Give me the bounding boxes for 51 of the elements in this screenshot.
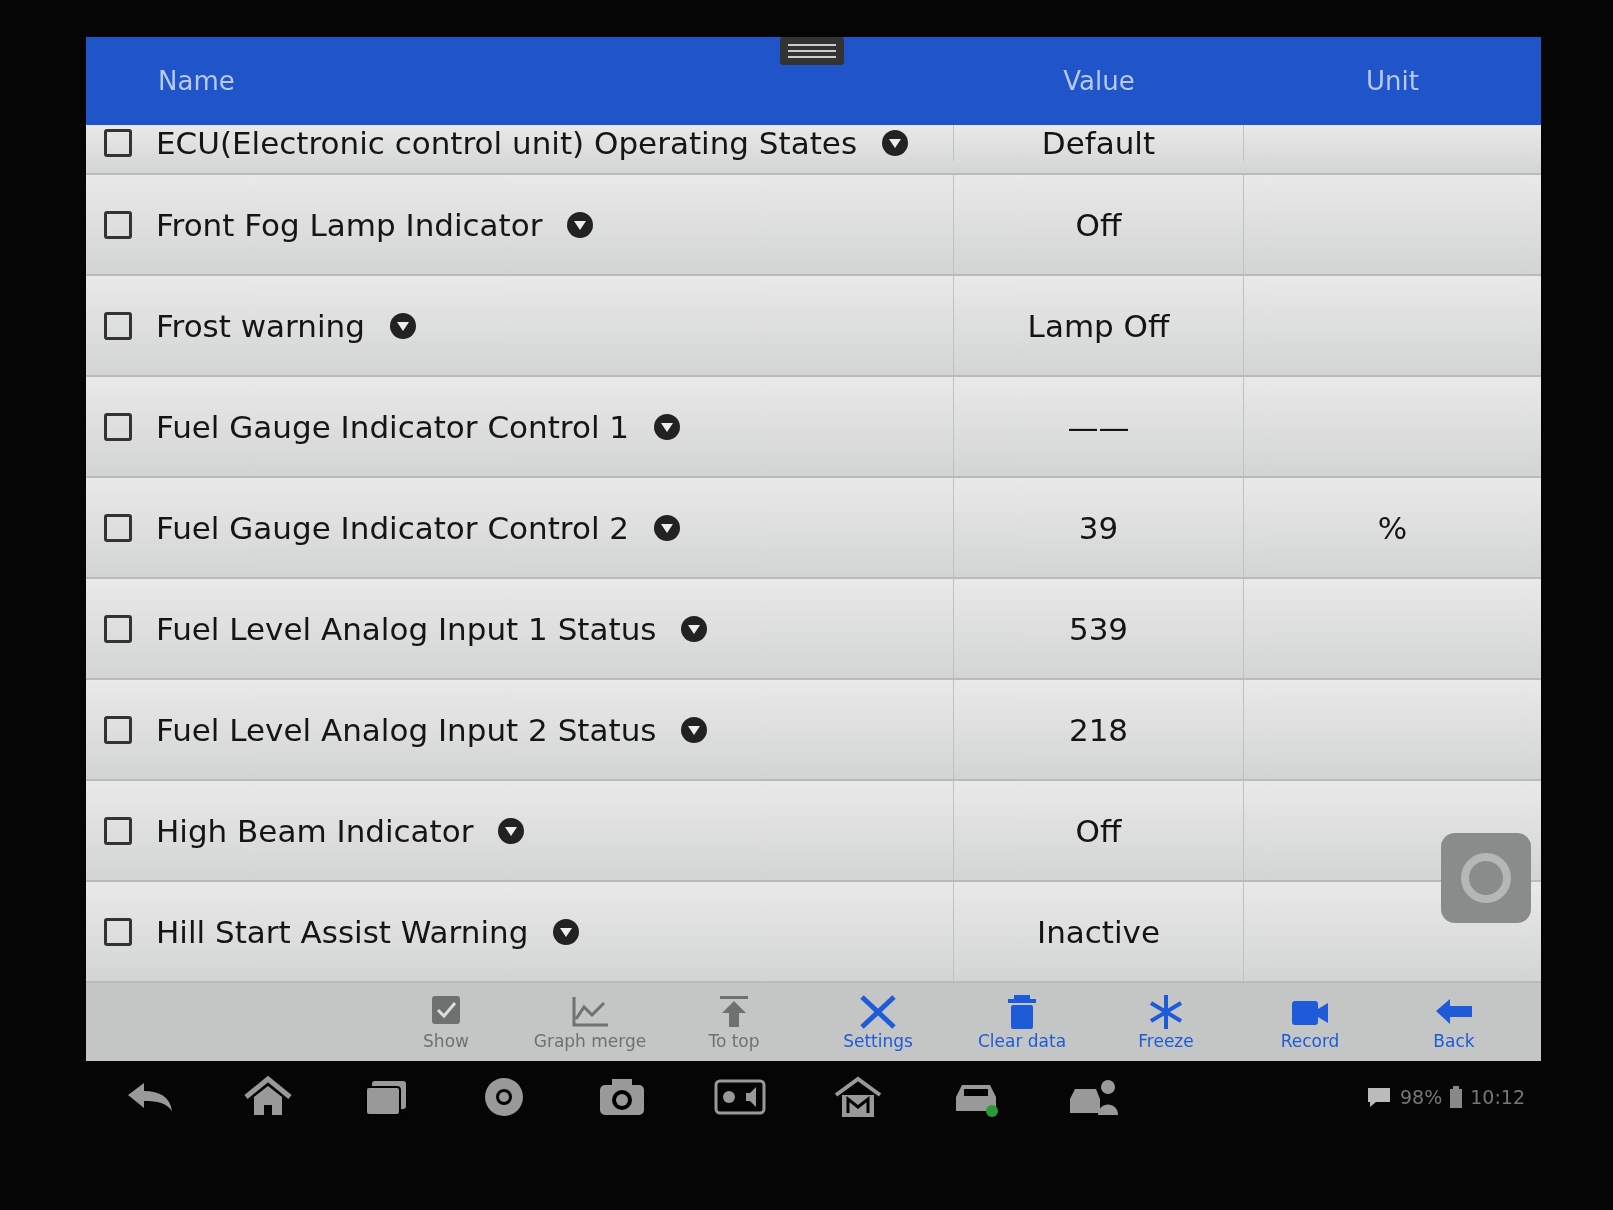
- checkbox[interactable]: [104, 412, 132, 441]
- checkbox[interactable]: [104, 917, 132, 946]
- battery-icon: [1450, 1086, 1463, 1108]
- dropdown-icon[interactable]: [497, 816, 526, 845]
- parameter-name: Fuel Level Analog Input 1 Status: [156, 610, 657, 647]
- checkbox[interactable]: [104, 210, 132, 239]
- checkbox[interactable]: [104, 311, 132, 340]
- parameter-name: ECU(Electronic control unit) Operating States: [156, 125, 858, 161]
- dropdown-icon[interactable]: [653, 412, 682, 441]
- toolbar-button[interactable]: Settings: [818, 993, 938, 1051]
- parameter-name: Fuel Level Analog Input 2 Status: [156, 711, 657, 748]
- drag-handle-icon[interactable]: [780, 37, 844, 65]
- checkbox[interactable]: [104, 715, 132, 744]
- parameter-value: Off: [1075, 812, 1122, 849]
- parameter-value: 218: [1068, 711, 1129, 748]
- message-icon: [1366, 1086, 1392, 1108]
- checkbox[interactable]: [104, 513, 132, 542]
- parameter-name: Fuel Gauge Indicator Control 1: [156, 408, 630, 445]
- parameter-value: ——: [1067, 408, 1130, 445]
- parameter-value: Off: [1075, 206, 1122, 243]
- toolbar-button[interactable]: Freeze: [1106, 993, 1226, 1051]
- dropdown-icon[interactable]: [680, 715, 709, 744]
- dropdown-icon[interactable]: [680, 614, 709, 643]
- checkbox[interactable]: [104, 816, 132, 845]
- column-header: Name: [157, 66, 235, 96]
- checkbox[interactable]: [104, 129, 132, 157]
- checkbox[interactable]: [104, 614, 132, 643]
- parameter-name: Frost warning: [156, 307, 365, 344]
- parameter-value: Default: [1041, 125, 1156, 161]
- clock-time: 10:12: [1470, 1086, 1525, 1108]
- column-header: Unit: [1366, 66, 1419, 96]
- battery-level: 98%: [1400, 1086, 1443, 1108]
- parameter-value: 39: [1078, 509, 1119, 546]
- toolbar-button[interactable]: Back: [1394, 993, 1514, 1051]
- toolbar-button[interactable]: Clear data: [962, 993, 1082, 1051]
- house-icon[interactable]: [832, 1075, 884, 1119]
- parameter-name: Front Fog Lamp Indicator: [156, 206, 543, 243]
- parameter-name: Fuel Gauge Indicator Control 2: [156, 509, 630, 546]
- dropdown-icon[interactable]: [881, 129, 910, 157]
- dropdown-icon[interactable]: [552, 917, 581, 946]
- parameter-name: Hill Start Assist Warning: [156, 913, 529, 950]
- parameter-value: Lamp Off: [1027, 307, 1170, 344]
- dropdown-icon[interactable]: [566, 210, 595, 239]
- dropdown-icon[interactable]: [653, 513, 682, 542]
- parameter-value: 539: [1068, 610, 1129, 647]
- parameter-name: High Beam Indicator: [156, 812, 474, 849]
- column-header: Value: [1063, 66, 1135, 96]
- dropdown-icon[interactable]: [388, 311, 417, 340]
- toolbar-button[interactable]: Record: [1250, 993, 1370, 1051]
- parameter-unit: %: [1377, 509, 1408, 546]
- parameter-value: Inactive: [1037, 913, 1160, 950]
